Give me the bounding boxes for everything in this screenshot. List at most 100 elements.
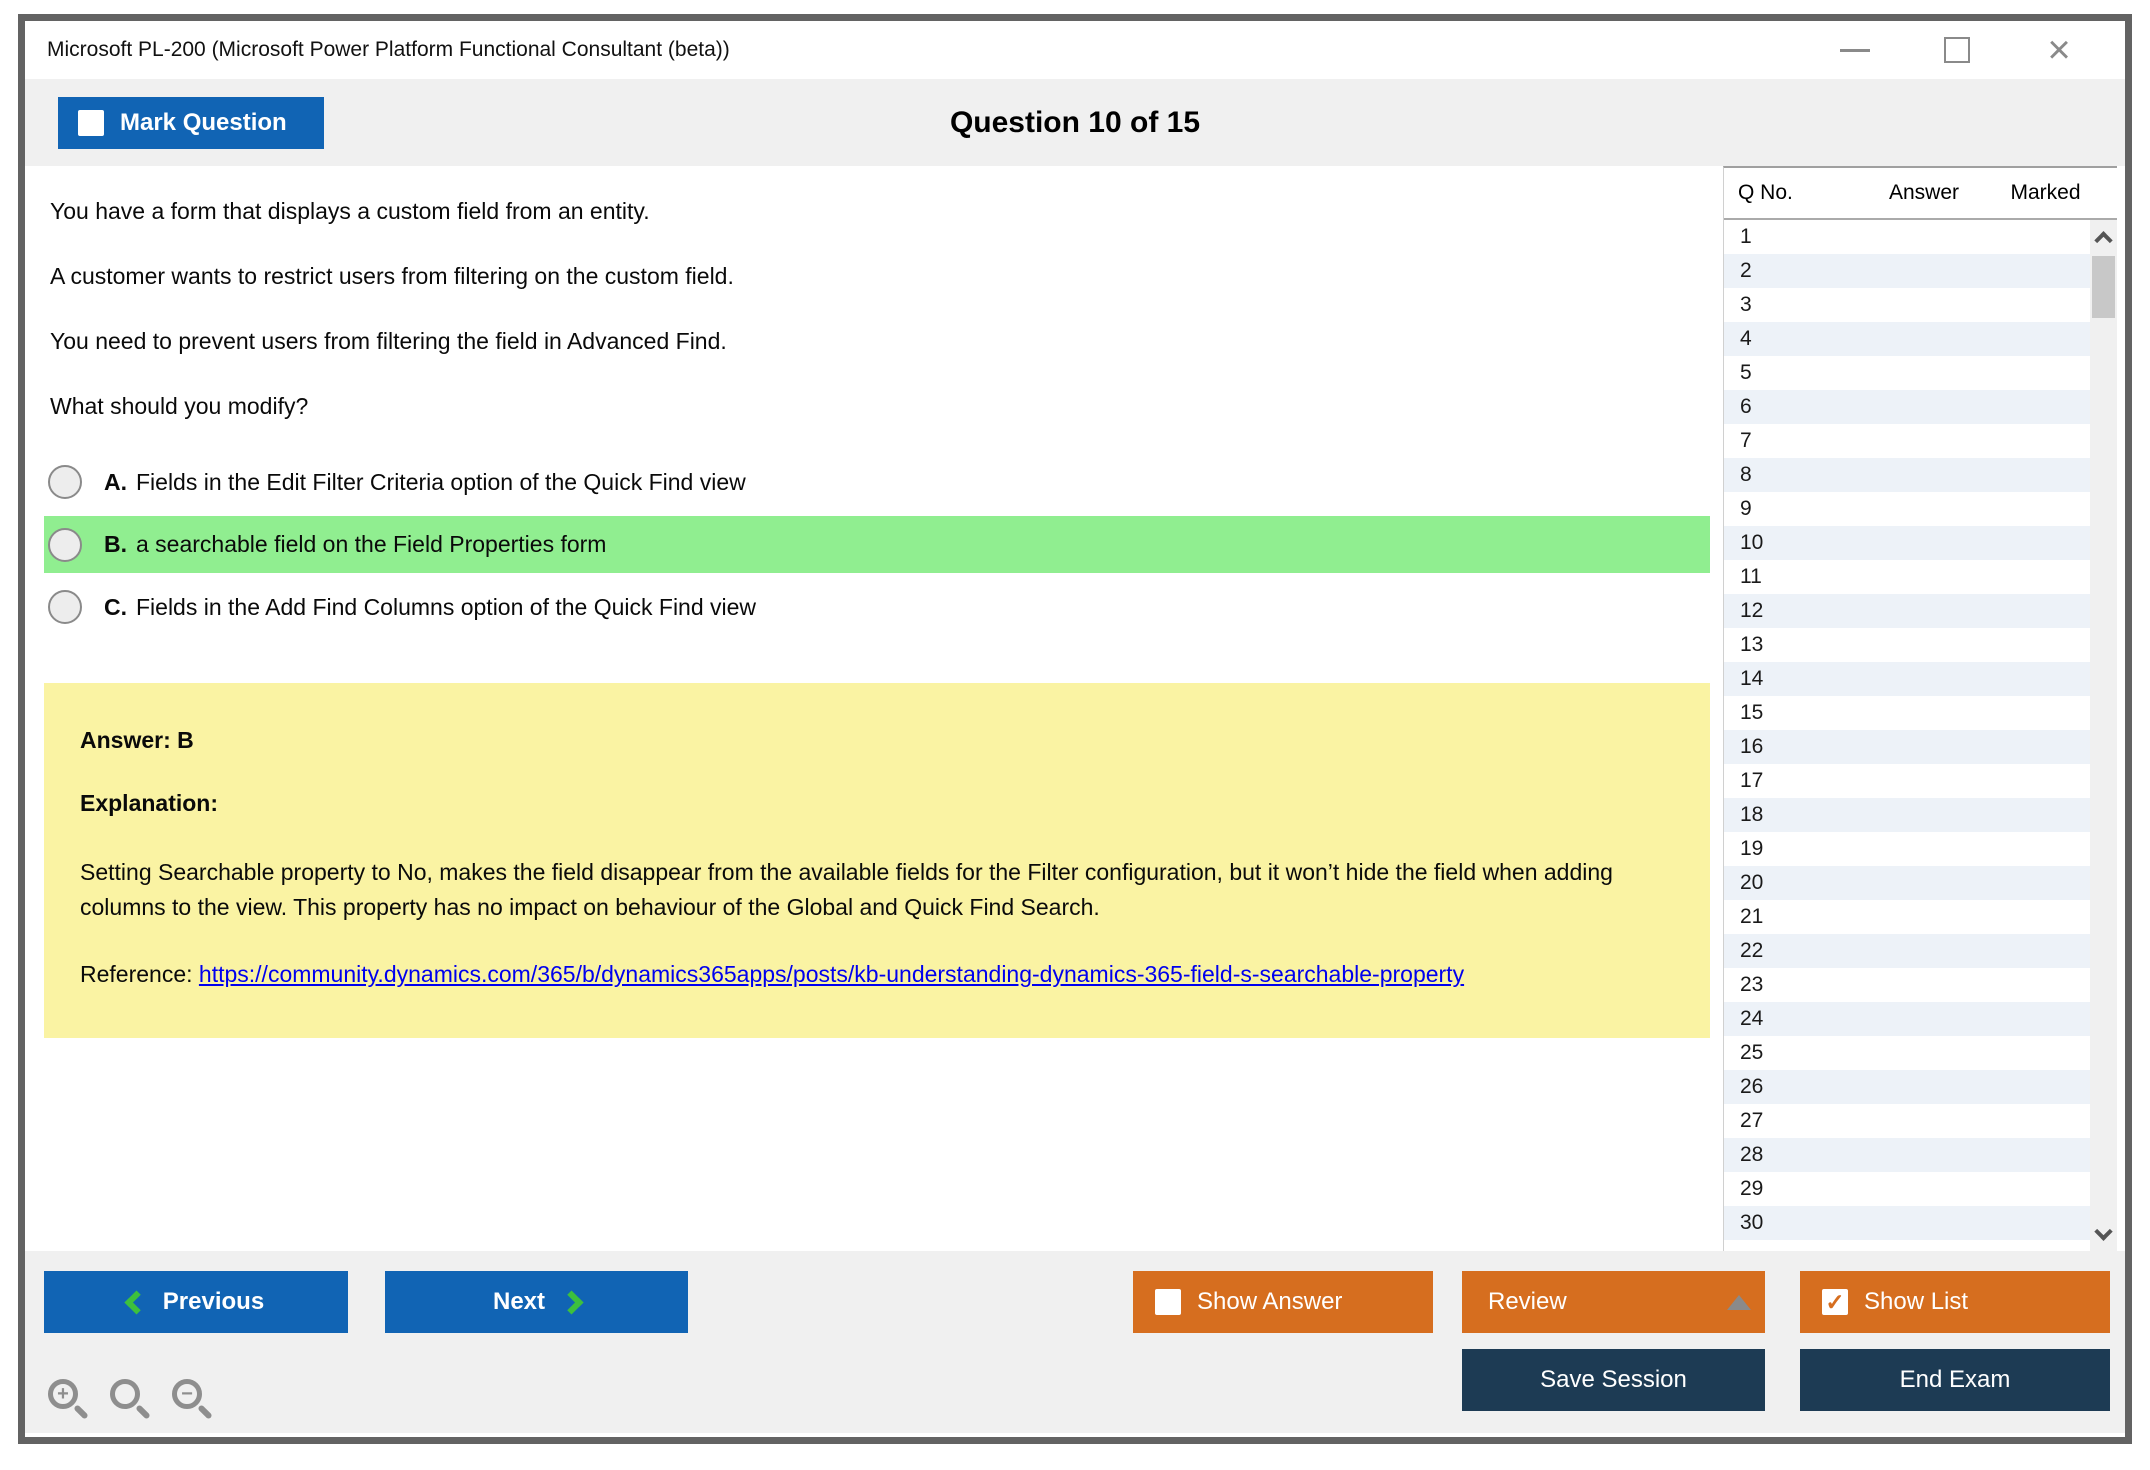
option-text: Fields in the Edit Filter Criteria optio… [136, 469, 746, 496]
chevron-right-icon [559, 1290, 583, 1314]
review-label: Review [1488, 1288, 1567, 1316]
explanation-panel: Answer: B Explanation: Setting Searchabl… [44, 683, 1710, 1038]
show-answer-label: Show Answer [1197, 1288, 1342, 1316]
end-exam-button[interactable]: End Exam [1800, 1349, 2110, 1411]
zoom-controls: + − [48, 1379, 204, 1411]
main-area: You have a form that displays a custom f… [25, 166, 2125, 1251]
question-list-row[interactable]: 9 [1724, 492, 2090, 526]
minimize-icon [1840, 49, 1870, 52]
question-list-row[interactable]: 13 [1724, 628, 2090, 662]
review-button[interactable]: Review [1462, 1271, 1765, 1333]
mark-question-button[interactable]: Mark Question [58, 97, 324, 149]
column-marked: Marked [2004, 181, 2117, 205]
question-area: You have a form that displays a custom f… [25, 166, 1723, 1251]
close-icon: × [2047, 30, 2070, 70]
question-list-row[interactable]: 5 [1724, 356, 2090, 390]
maximize-button[interactable] [1936, 29, 1978, 71]
question-number: 4 [1740, 327, 1752, 351]
question-list-row[interactable]: 7 [1724, 424, 2090, 458]
magnifier-icon[interactable] [110, 1379, 142, 1411]
question-list-row[interactable]: 17 [1724, 764, 2090, 798]
question-list-row[interactable]: 2 [1724, 254, 2090, 288]
question-number: 26 [1740, 1075, 1763, 1099]
question-list-row[interactable]: 11 [1724, 560, 2090, 594]
question-list-row[interactable]: 24 [1724, 1002, 2090, 1036]
question-list-row[interactable]: 16 [1724, 730, 2090, 764]
maximize-icon [1944, 37, 1970, 63]
question-list-row[interactable]: 15 [1724, 696, 2090, 730]
question-list: 1234567891011121314151617181920212223242… [1724, 220, 2090, 1240]
scroll-up-button[interactable] [2090, 222, 2117, 252]
answer-option-b[interactable]: B. a searchable field on the Field Prope… [44, 516, 1710, 573]
question-list-row[interactable]: 22 [1724, 934, 2090, 968]
save-session-button[interactable]: Save Session [1462, 1349, 1765, 1411]
answer-options: A. Fields in the Edit Filter Criteria op… [44, 456, 1710, 633]
reference-line: Reference: https://community.dynamics.co… [80, 957, 1674, 992]
question-list-row[interactable]: 10 [1724, 526, 2090, 560]
question-counter: Question 10 of 15 [25, 79, 2125, 166]
question-list-row[interactable]: 3 [1724, 288, 2090, 322]
question-list-row[interactable]: 28 [1724, 1138, 2090, 1172]
question-list-row[interactable]: 23 [1724, 968, 2090, 1002]
scroll-thumb[interactable] [2092, 256, 2115, 318]
show-list-checkbox[interactable]: ✓ [1822, 1289, 1848, 1315]
question-number: 24 [1740, 1007, 1763, 1031]
option-text: Fields in the Add Find Columns option of… [136, 594, 756, 621]
scrollbar[interactable] [2090, 220, 2117, 1251]
answer-option-a[interactable]: A. Fields in the Edit Filter Criteria op… [44, 456, 1710, 508]
question-list-row[interactable]: 18 [1724, 798, 2090, 832]
close-button[interactable]: × [2038, 29, 2080, 71]
question-list-row[interactable]: 20 [1724, 866, 2090, 900]
question-number: 13 [1740, 633, 1763, 657]
question-list-row[interactable]: 25 [1724, 1036, 2090, 1070]
question-number: 1 [1740, 225, 1752, 249]
question-list-row[interactable]: 27 [1724, 1104, 2090, 1138]
question-number: 17 [1740, 769, 1763, 793]
app-window: Microsoft PL-200 (Microsoft Power Platfo… [18, 14, 2132, 1444]
question-list-row[interactable]: 19 [1724, 832, 2090, 866]
minimize-button[interactable] [1834, 29, 1876, 71]
question-number: 18 [1740, 803, 1763, 827]
question-list-row[interactable]: 30 [1724, 1206, 2090, 1240]
question-list-row[interactable]: 4 [1724, 322, 2090, 356]
show-answer-checkbox[interactable] [1155, 1289, 1181, 1315]
question-paragraph: A customer wants to restrict users from … [50, 261, 1710, 291]
question-number: 20 [1740, 871, 1763, 895]
question-number: 3 [1740, 293, 1752, 317]
question-list-row[interactable]: 14 [1724, 662, 2090, 696]
scroll-down-button[interactable] [2090, 1219, 2117, 1249]
previous-button[interactable]: Previous [44, 1271, 348, 1333]
chevron-left-icon [124, 1290, 148, 1314]
question-paragraph: What should you modify? [50, 391, 1710, 421]
option-radio[interactable] [48, 590, 82, 624]
zoom-in-icon[interactable]: + [48, 1379, 80, 1411]
window-controls: × [1834, 29, 2125, 71]
option-letter: A. [104, 469, 127, 496]
mark-question-checkbox[interactable] [78, 110, 104, 136]
option-letter: C. [104, 594, 127, 621]
chevron-up-icon [2094, 231, 2112, 249]
question-list-row[interactable]: 6 [1724, 390, 2090, 424]
question-number: 22 [1740, 939, 1763, 963]
question-list-row[interactable]: 29 [1724, 1172, 2090, 1206]
show-list-button[interactable]: ✓ Show List [1800, 1271, 2110, 1333]
question-number: 8 [1740, 463, 1752, 487]
question-list-panel: Q No. Answer Marked 12345678910111213141… [1723, 166, 2117, 1251]
question-number: 2 [1740, 259, 1752, 283]
show-answer-button[interactable]: Show Answer [1133, 1271, 1433, 1333]
zoom-out-icon[interactable]: − [172, 1379, 204, 1411]
question-list-row[interactable]: 1 [1724, 220, 2090, 254]
question-list-row[interactable]: 8 [1724, 458, 2090, 492]
option-radio[interactable] [48, 465, 82, 499]
question-number: 12 [1740, 599, 1763, 623]
reference-link[interactable]: https://community.dynamics.com/365/b/dyn… [199, 961, 1464, 987]
question-list-row[interactable]: 26 [1724, 1070, 2090, 1104]
next-button[interactable]: Next [385, 1271, 688, 1333]
question-list-row[interactable]: 21 [1724, 900, 2090, 934]
save-session-label: Save Session [1540, 1366, 1687, 1394]
question-number: 6 [1740, 395, 1752, 419]
question-list-row[interactable]: 12 [1724, 594, 2090, 628]
answer-option-c[interactable]: C. Fields in the Add Find Columns option… [44, 581, 1710, 633]
end-exam-label: End Exam [1900, 1366, 2011, 1394]
option-radio[interactable] [48, 528, 82, 562]
